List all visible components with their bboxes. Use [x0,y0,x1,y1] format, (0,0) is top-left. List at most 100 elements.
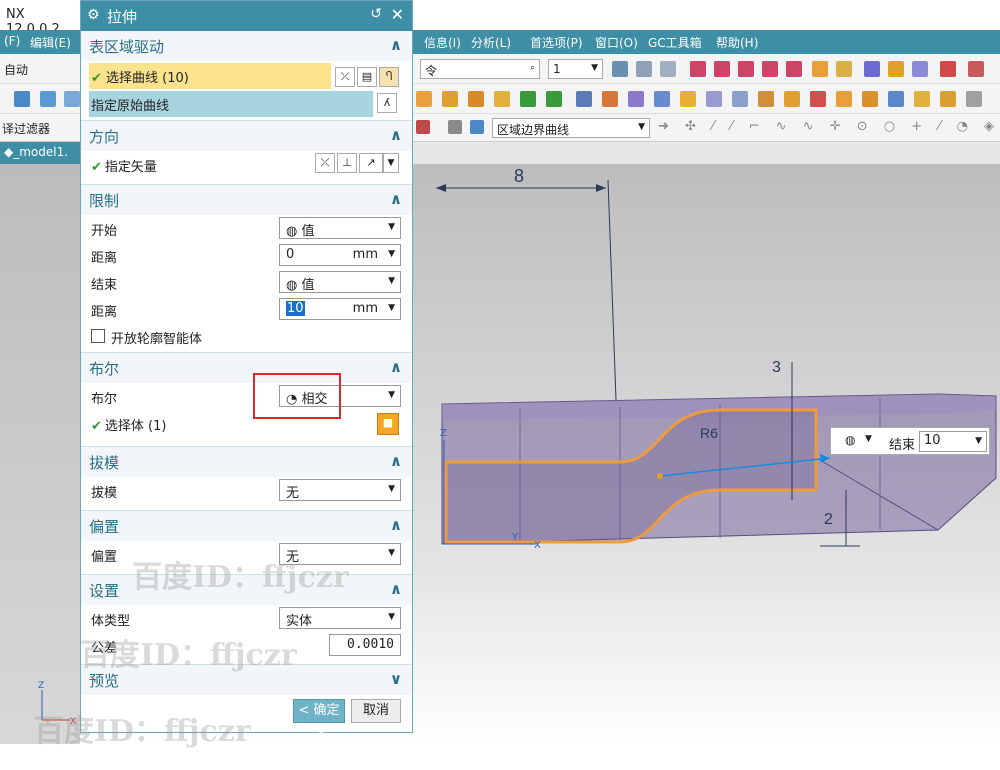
cube-icon: ◍ [286,278,298,293]
tolerance-input[interactable]: 0.0010 [329,634,401,656]
close-icon[interactable]: ✕ [391,5,404,24]
collapse-icon[interactable]: ∧ [390,580,402,598]
callout-value-input[interactable]: 10 ▼ [919,431,987,452]
extension-line [607,179,617,401]
body-type-select[interactable]: 实体 ▼ [279,607,401,629]
vector-dialog-icon[interactable]: ⊥ [337,153,357,173]
arrow-icon [596,184,606,192]
section-limits-header[interactable]: 限制 ∧ [81,185,412,215]
collapse-icon[interactable]: ∧ [390,36,402,54]
collapse-icon[interactable]: ∧ [390,516,402,534]
section-draft-header[interactable]: 拔模 ∧ [81,447,412,477]
section-title: 表区域驱动 [89,38,165,56]
distance-label: 距离 [91,305,118,320]
open-profile-checkbox[interactable] [91,329,105,343]
axis-z-label: Z [440,428,447,439]
end-distance-row: 距离 10 mm ▼ [81,296,412,323]
deselect-icon[interactable]: ⤫ [335,67,355,87]
vector-inferred-icon[interactable]: ↗ [359,153,383,173]
axis-x-label: X [534,540,541,551]
reset-icon[interactable]: ↺ [370,6,382,22]
chevron-down-icon: ▼ [388,249,395,259]
end-type-select[interactable]: ◍ 值 ▼ [279,271,401,293]
gear-icon[interactable]: ⚙ [87,7,100,23]
draft-row: 拔模 无 ▼ [81,477,412,504]
section-boolean-header[interactable]: 布尔 ∧ [81,353,412,383]
body-type-label: 体类型 [91,614,131,629]
sketch-icon[interactable]: ▤ [357,67,377,87]
watermark: 百度ID：ffjczr [80,638,297,673]
start-label: 开始 [91,224,118,239]
cube-icon: ◍ [286,224,298,239]
cancel-button[interactable]: 取消 [351,699,401,723]
vector-row: ✔ 指定矢量 ⤫ ⊥ ↗ ▼ [81,151,412,178]
select-curve-row[interactable]: ✔ 选择曲线 (10) [89,63,331,89]
section-direction: 方向 ∧ ✔ 指定矢量 ⤫ ⊥ ↗ ▼ [81,121,412,185]
triad-z-label: Z [38,681,44,691]
chevron-down-icon: ▼ [388,484,395,494]
section-limits: 限制 ∧ 开始 ◍ 值 ▼ 距离 0 mm ▼ 结束 ◍ 值 ▼ 距离 10 mm ▼ [81,185,412,353]
boolean-row: 布尔 ◔ 相交 ▼ [81,373,412,419]
dialog-titlebar[interactable]: ⚙ 拉伸 ↺ ✕ [81,1,412,31]
start-type-select[interactable]: ◍ 值 ▼ [279,217,401,239]
arrow-icon [436,184,446,192]
body-type-row: 体类型 实体 ▼ [81,605,412,632]
section-direction-header[interactable]: 方向 ∧ [81,121,412,151]
section-title: 设置 [89,582,120,600]
collapse-icon[interactable]: ∧ [390,126,402,144]
original-curve-icon[interactable]: ʎ [377,93,397,113]
chevron-down-icon[interactable]: ▼ [865,434,872,444]
end-distance-callout[interactable]: ◍ ▼ 结束 10 ▼ [830,427,990,455]
reverse-direction-icon[interactable]: ⤫ [315,153,335,173]
extrude-dialog: ⚙ 拉伸 ↺ ✕ 表区域驱动 ∧ ✔ 选择曲线 (10) ⤫ ▤ Ⴄ 指定原始曲… [80,0,413,740]
axis-y-label: Y [511,532,519,543]
dimension-right[interactable]: 3 [772,359,781,376]
dimension-bottom[interactable]: 2 [824,511,833,528]
end-label: 结束 [91,278,118,293]
end-row: 结束 ◍ 值 ▼ [81,269,412,296]
chevron-down-icon: ▼ [388,222,395,232]
chevron-down-icon: ▼ [388,548,395,558]
start-distance-row: 距离 0 mm ▼ [81,242,412,269]
chevron-down-icon: ▼ [975,436,982,446]
specify-curve-row[interactable]: 指定原始曲线 [89,91,373,117]
watermark: 百度ID：ffjczr [34,714,251,749]
curve-icon[interactable]: Ⴄ [379,67,399,87]
collapse-icon[interactable]: ∧ [390,190,402,208]
offset-label: 偏置 [91,550,118,565]
check-icon: ✔ [91,71,102,86]
chevron-down-icon: ▼ [388,276,395,286]
section-region-header[interactable]: 表区域驱动 ∧ [81,31,412,61]
open-profile-label: 开放轮廓智能体 [111,332,203,347]
section-title: 方向 [89,128,120,146]
section-region: 表区域驱动 ∧ ✔ 选择曲线 (10) ⤫ ▤ Ⴄ 指定原始曲线 ʎ [81,31,412,121]
boolean-label: 布尔 [91,392,118,407]
chevron-down-icon[interactable]: ▼ [383,153,399,173]
section-title: 拔模 [89,454,120,472]
dimension-radius[interactable]: R6 [700,425,718,441]
check-icon: ✔ [91,160,102,175]
section-title: 限制 [89,192,120,210]
specify-curve-label: 指定原始曲线 [91,99,170,114]
cube-icon[interactable]: ■ [377,413,399,435]
collapse-icon[interactable]: ∧ [390,358,402,376]
chevron-down-icon: ▼ [388,390,395,400]
specify-vector-label: 指定矢量 [104,160,157,175]
section-title: 偏置 [89,518,120,536]
section-boolean: 布尔 ∧ 布尔 ◔ 相交 ▼ ✔ 选择体 (1) ■ [81,353,412,447]
start-distance-input[interactable]: 0 mm ▼ [279,244,401,266]
chevron-down-icon: ▼ [388,303,395,313]
section-offset-header[interactable]: 偏置 ∧ [81,511,412,541]
open-profile-row: 开放轮廓智能体 [81,323,412,350]
expand-icon[interactable]: ∨ [390,670,402,688]
collapse-icon[interactable]: ∧ [390,452,402,470]
chevron-down-icon: ▼ [388,612,395,622]
draft-select[interactable]: 无 ▼ [279,479,401,501]
ok-button[interactable]: < 确定 > [293,699,345,740]
select-body-label: 选择体 (1) [104,419,167,434]
end-distance-input[interactable]: 10 mm ▼ [279,298,401,320]
watermark: 百度ID：ffjczr [132,560,349,595]
vector-origin[interactable] [657,473,663,479]
dialog-title: 拉伸 [107,8,138,26]
dimension-top[interactable]: 8 [514,166,524,186]
